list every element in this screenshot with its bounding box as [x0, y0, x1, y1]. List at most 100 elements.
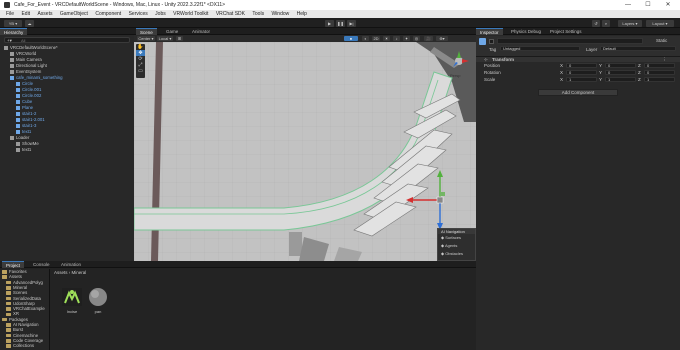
menu-vrworld-toolkit[interactable]: VRWorld Toolkit	[173, 10, 208, 18]
tab-game[interactable]: Game	[162, 28, 182, 35]
pivot-local-dropdown[interactable]: Local ▾	[157, 36, 173, 41]
overlay-agents[interactable]: ◆ Agents	[438, 242, 475, 250]
prefab-icon	[16, 87, 20, 92]
menu-gameobject[interactable]: GameObject	[60, 10, 88, 18]
overlay-obstacles[interactable]: ◆ Obstacles	[438, 250, 475, 258]
tab-console[interactable]: Console	[29, 261, 54, 268]
account-label: YB	[8, 20, 15, 26]
game-tab-label: Game	[166, 29, 179, 34]
step-button[interactable]: ▶|	[347, 19, 356, 27]
transform-field-y[interactable]: 1	[605, 77, 636, 82]
unity-app-icon	[4, 2, 10, 8]
scene-viewport[interactable]: ✋ ✥ ⟳ ⤢ ▭ Persp AI Navigation ◆ Surfaces…	[134, 42, 476, 261]
prefab-icon	[16, 81, 20, 86]
static-label[interactable]: Static	[656, 38, 667, 43]
rect-tool-icon[interactable]: ▭	[136, 68, 145, 74]
pause-button[interactable]: ❚❚	[336, 19, 345, 27]
audio-toggle-icon[interactable]: ♪	[393, 36, 400, 41]
transform-field-z[interactable]: 1	[644, 77, 675, 82]
hierarchy-item[interactable]: text1	[0, 147, 134, 153]
scene-orientation-gizmo[interactable]	[448, 50, 470, 72]
transform-field-z[interactable]: 0	[644, 70, 675, 75]
transform-field-x[interactable]: 0	[566, 70, 597, 75]
folder-icon	[6, 344, 11, 348]
draw-mode-toggle[interactable]: ●	[344, 36, 358, 41]
layer-dropdown[interactable]: Default	[600, 46, 676, 51]
perspective-label[interactable]: Persp	[450, 73, 460, 78]
cloud-icon[interactable]: ☁	[25, 19, 34, 27]
grid-snap-icon[interactable]: ⊞	[176, 36, 183, 41]
menu-edit[interactable]: Edit	[21, 10, 30, 18]
add-icon[interactable]: +▾	[7, 38, 12, 43]
transform-field-y[interactable]: 0	[605, 70, 636, 75]
tag-dropdown[interactable]: Untagged	[500, 46, 580, 51]
folder-icon	[6, 323, 11, 327]
transform-field-y[interactable]: 0	[605, 63, 636, 68]
gameobject-icon	[10, 57, 14, 62]
prefab-icon	[10, 75, 14, 80]
tab-physics-debug[interactable]: Physics Debug	[507, 28, 545, 35]
inspector-tabstrip: Inspector Physics Debug Project Settings	[476, 28, 680, 35]
console-tab-label: Console	[33, 262, 50, 267]
gizmos-dropdown[interactable]: ⊕▾	[436, 36, 448, 41]
breadcrumb-mineral[interactable]: Mineral	[72, 270, 87, 275]
hierarchy-item-label: ShowMe	[22, 141, 39, 146]
menu-services[interactable]: Services	[129, 10, 148, 18]
tab-animation[interactable]: Animation	[57, 261, 85, 268]
play-button[interactable]: ▶	[325, 19, 334, 27]
project-settings-tab-label: Project Settings	[550, 29, 582, 34]
inspector-tab-label: Inspector	[480, 30, 499, 35]
tab-animator[interactable]: Animator	[188, 28, 214, 35]
search-icon[interactable]: ⌕	[602, 19, 610, 27]
name-field[interactable]	[497, 38, 643, 44]
hidden-objects-icon[interactable]: ◎	[413, 36, 420, 41]
layout-label: Layout	[652, 20, 665, 26]
overlay-surfaces[interactable]: ◆ Surfaces	[438, 234, 475, 242]
project-tree-label: Scenes	[13, 290, 28, 296]
2d-toggle[interactable]: 2D	[372, 36, 380, 41]
folder-icon	[6, 286, 11, 290]
asset-pan[interactable]: pan	[86, 287, 110, 315]
transform-field-x[interactable]: 0	[566, 63, 597, 68]
menu-assets[interactable]: Assets	[37, 10, 52, 18]
menu-tools[interactable]: Tools	[252, 10, 264, 18]
tab-project-settings[interactable]: Project Settings	[546, 28, 586, 35]
axis-label-x: X	[560, 70, 564, 75]
layers-dropdown[interactable]: Layers ▾	[618, 19, 642, 27]
transform-field-x[interactable]: 1	[566, 77, 597, 82]
project-tree-item[interactable]: Collections	[6, 343, 34, 349]
camera-settings-icon[interactable]: 🎥	[424, 36, 433, 41]
active-checkbox[interactable]	[489, 39, 494, 44]
layout-dropdown[interactable]: Layout ▾	[646, 19, 674, 27]
menu-component[interactable]: Component	[95, 10, 121, 18]
search-input-placeholder: All	[21, 38, 26, 43]
maximize-button[interactable]: ☐	[638, 0, 658, 10]
add-component-label: Add Component	[561, 90, 595, 95]
tab-inspector[interactable]: Inspector	[476, 28, 503, 35]
menu-jobs[interactable]: Jobs	[155, 10, 166, 18]
history-icon[interactable]: ↺	[592, 19, 600, 27]
account-button[interactable]: YB ▾	[4, 19, 22, 27]
asset-incise[interactable]: Incise	[58, 287, 86, 315]
menu-window[interactable]: Window	[271, 10, 289, 18]
light-toggle-icon[interactable]: ☀	[383, 36, 390, 41]
menu-file[interactable]: File	[6, 10, 14, 18]
window-title: Cafe_For_Event - VRCDefaultWorldScene - …	[14, 2, 226, 8]
tab-scene[interactable]: Scene	[136, 28, 157, 35]
shading-sphere-icon[interactable]: ◐	[362, 36, 369, 41]
tab-project[interactable]: Project	[2, 261, 25, 268]
menu-help[interactable]: Help	[297, 10, 307, 18]
add-component-button[interactable]: Add Component	[538, 89, 618, 96]
breadcrumb-assets[interactable]: Assets	[54, 270, 68, 275]
hierarchy-search[interactable]: +▾ All	[4, 37, 130, 43]
incise-label: Incise	[66, 309, 78, 314]
pivot-center-dropdown[interactable]: Center ▾	[137, 36, 155, 41]
hierarchy-item-label: EventSystem	[16, 69, 42, 74]
close-button[interactable]: ✕	[658, 0, 678, 10]
hierarchy-item-label: VRCWorld	[16, 51, 37, 56]
transform-field-z[interactable]: 0	[644, 63, 675, 68]
menu-vrchat-sdk[interactable]: VRChat SDK	[216, 10, 245, 18]
effects-toggle-icon[interactable]: ✦	[403, 36, 410, 41]
minimize-button[interactable]: —	[618, 0, 638, 10]
tab-hierarchy[interactable]: Hierarchy	[0, 28, 28, 35]
